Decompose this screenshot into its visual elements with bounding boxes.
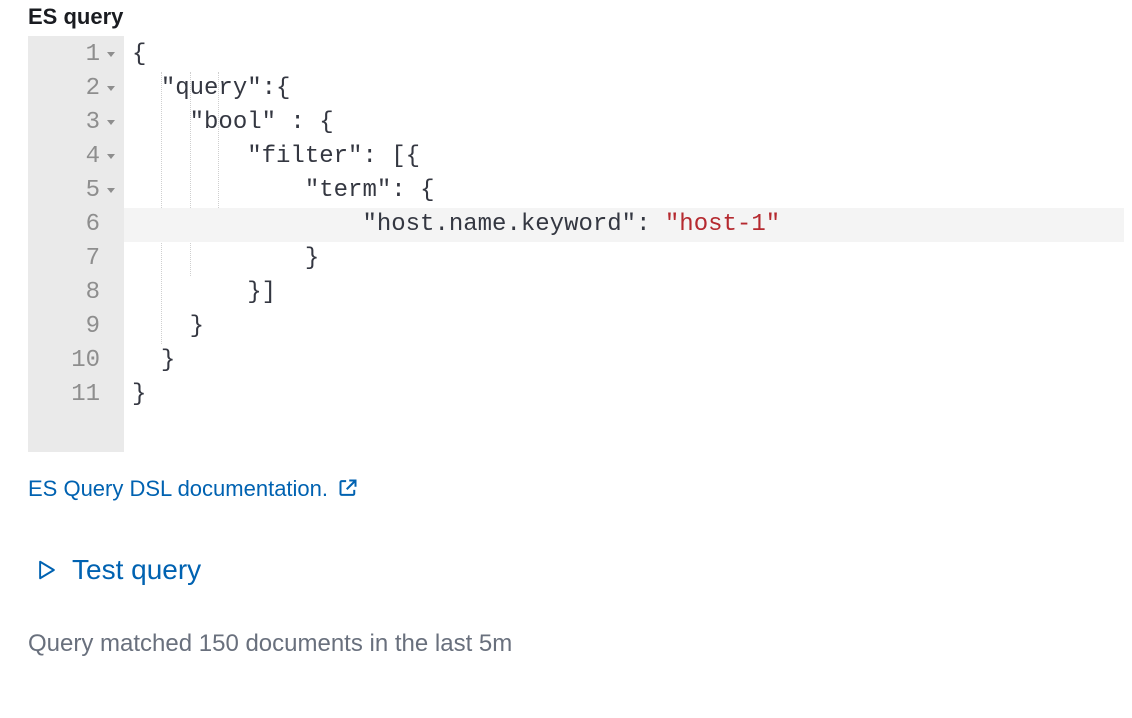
code-token: { (276, 75, 290, 102)
es-query-section: ES query 1234567891011 { "query":{ "bool… (0, 4, 1132, 658)
gutter-line: 5 (28, 174, 124, 208)
gutter-line: 2 (28, 72, 124, 106)
external-link-icon (338, 478, 358, 498)
fold-toggle-icon[interactable] (104, 118, 118, 128)
code-token: "host-1" (665, 211, 780, 238)
code-token: [{ (391, 143, 420, 170)
test-query-label: Test query (72, 554, 201, 586)
gutter-line: 10 (28, 344, 124, 378)
code-token: { (420, 177, 434, 204)
code-token: "query" (161, 75, 262, 102)
code-token: } (190, 313, 204, 340)
code-line[interactable]: "filter": [{ (124, 140, 1124, 174)
code-token: { (319, 109, 333, 136)
code-editor[interactable]: 1234567891011 { "query":{ "bool" : { "fi… (28, 36, 1124, 452)
code-token: : (636, 211, 665, 238)
play-icon (36, 559, 58, 581)
gutter-line: 6 (28, 208, 124, 242)
code-token: } (305, 245, 319, 272)
line-number: 3 (86, 106, 100, 140)
code-line[interactable]: "term": { (124, 174, 1124, 208)
line-number: 8 (86, 276, 100, 310)
documentation-link-text: ES Query DSL documentation. (28, 476, 328, 501)
code-line[interactable]: { (124, 38, 1124, 72)
code-token: "bool" (190, 109, 276, 136)
gutter-line: 3 (28, 106, 124, 140)
code-line[interactable]: }] (124, 276, 1124, 310)
code-token: { (132, 41, 146, 68)
code-line[interactable]: } (124, 242, 1124, 276)
fold-toggle-icon[interactable] (104, 84, 118, 94)
code-token: : (276, 109, 319, 136)
documentation-link[interactable]: ES Query DSL documentation. (28, 476, 358, 501)
line-number: 4 (86, 140, 100, 174)
gutter-line: 8 (28, 276, 124, 310)
code-token: "term" (305, 177, 391, 204)
code-token: "host.name.keyword" (362, 211, 636, 238)
fold-toggle-icon[interactable] (104, 186, 118, 196)
test-query-button[interactable]: Test query (36, 554, 201, 586)
line-number: 10 (71, 344, 100, 378)
gutter-line: 9 (28, 310, 124, 344)
line-number: 7 (86, 242, 100, 276)
editor-code-area[interactable]: { "query":{ "bool" : { "filter": [{ "ter… (124, 36, 1124, 452)
code-token: } (161, 347, 175, 374)
code-token: : (391, 177, 420, 204)
line-number: 6 (86, 208, 100, 242)
code-line[interactable]: "bool" : { (124, 106, 1124, 140)
code-token: } (132, 381, 146, 408)
line-number: 9 (86, 310, 100, 344)
code-line[interactable]: } (124, 310, 1124, 344)
fold-toggle-icon[interactable] (104, 50, 118, 60)
code-token: : (262, 75, 276, 102)
fold-toggle-icon[interactable] (104, 152, 118, 162)
line-number: 11 (71, 378, 100, 412)
code-token: }] (247, 279, 276, 306)
code-line[interactable]: } (124, 344, 1124, 378)
gutter-line: 7 (28, 242, 124, 276)
gutter-line: 11 (28, 378, 124, 412)
code-line[interactable]: "query":{ (124, 72, 1124, 106)
code-line[interactable]: } (124, 378, 1124, 412)
code-token: "filter" (247, 143, 362, 170)
line-number: 2 (86, 72, 100, 106)
query-status-text: Query matched 150 documents in the last … (28, 630, 1132, 658)
line-number: 1 (86, 38, 100, 72)
section-label: ES query (0, 4, 1132, 36)
code-token: : (362, 143, 391, 170)
code-line[interactable]: "host.name.keyword": "host-1" (124, 208, 1124, 242)
documentation-link-row: ES Query DSL documentation. (28, 476, 1132, 502)
line-number: 5 (86, 174, 100, 208)
gutter-line: 4 (28, 140, 124, 174)
gutter-line: 1 (28, 38, 124, 72)
editor-gutter: 1234567891011 (28, 36, 124, 452)
